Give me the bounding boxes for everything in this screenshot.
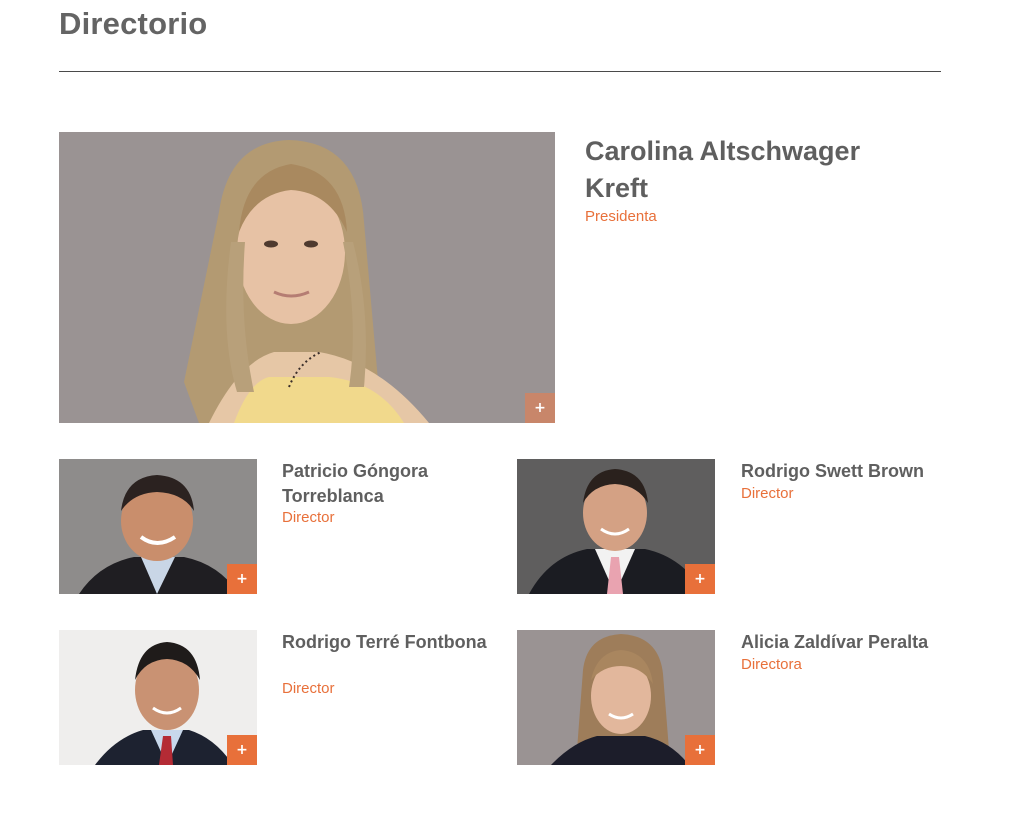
title-divider [59, 71, 941, 72]
member-more-button[interactable]: + [685, 735, 715, 765]
member-role: Director [282, 509, 335, 526]
portrait-image [59, 132, 555, 423]
member-name: Rodrigo Swett Brown [741, 461, 924, 481]
member-photo-rodrigo-terre[interactable]: + [59, 630, 257, 765]
member-photo-alicia[interactable]: + [517, 630, 715, 765]
member-photo-patricio[interactable]: + [59, 459, 257, 594]
member-role: Directora [741, 656, 802, 673]
member-more-button[interactable]: + [227, 735, 257, 765]
member-name: Patricio Góngora Torreblanca [282, 461, 429, 506]
featured-member-photo[interactable]: + [59, 132, 555, 423]
member-name: Rodrigo Terré Fontbona [282, 632, 487, 652]
member-role: Director [741, 485, 794, 502]
featured-member-role: Presidenta [585, 208, 657, 225]
featured-more-button[interactable]: + [525, 393, 555, 423]
page-title: Directorio [59, 6, 208, 41]
member-name: Alicia Zaldívar Peralta [741, 632, 929, 652]
member-more-button[interactable]: + [685, 564, 715, 594]
member-more-button[interactable]: + [227, 564, 257, 594]
member-role: Director [282, 680, 335, 697]
member-photo-rodrigo-swett[interactable]: + [517, 459, 715, 594]
featured-member-name: Carolina Altschwager Kreft [585, 136, 861, 203]
